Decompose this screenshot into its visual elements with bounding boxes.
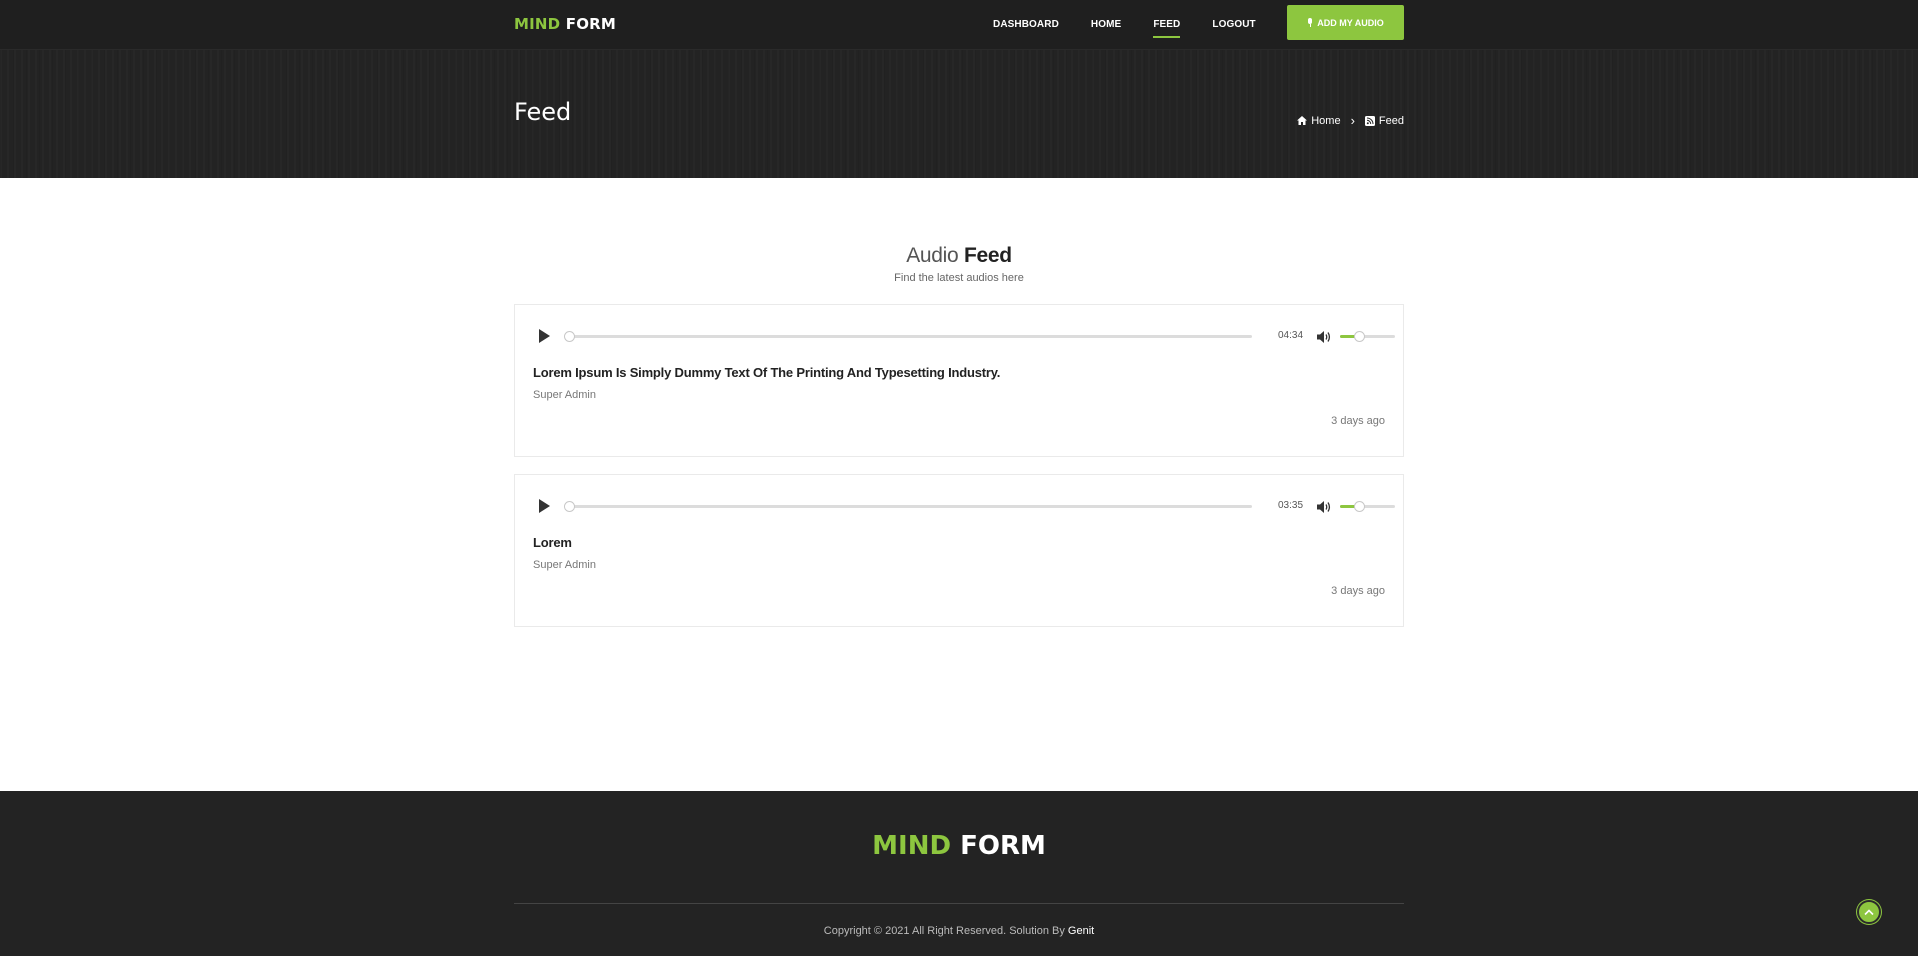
nav-item-feed[interactable]: FEED xyxy=(1153,19,1181,38)
chevron-up-icon xyxy=(1864,908,1874,915)
section-title-bold: Feed xyxy=(963,244,1012,267)
feed-list: 04:34 Lorem Ipsum Is Simply Dummy Text O… xyxy=(514,304,1404,627)
progress-bar[interactable] xyxy=(564,501,1252,512)
audio-title: Lorem xyxy=(533,535,572,550)
breadcrumb-current: Feed xyxy=(1364,114,1404,127)
nav-item-dashboard[interactable]: DASHBOARD xyxy=(993,19,1059,30)
breadcrumb: Home › Feed xyxy=(1297,114,1404,127)
volume-knob[interactable] xyxy=(1354,331,1366,342)
scroll-to-top-button[interactable] xyxy=(1857,900,1881,924)
progress-knob[interactable] xyxy=(564,331,575,342)
copyright: Copyright © 2021 All Right Reserved. Sol… xyxy=(0,925,1918,937)
audio-player: 03:35 xyxy=(533,495,1395,518)
footer-logo-part-2: FORM xyxy=(960,831,1046,861)
feed-card: 04:34 Lorem Ipsum Is Simply Dummy Text O… xyxy=(514,304,1404,457)
feed-card: 03:35 Lorem Super Admin 3 days ago xyxy=(514,474,1404,627)
add-my-audio-label: ADD MY AUDIO xyxy=(1317,17,1384,28)
nav-item-home[interactable]: HOME xyxy=(1091,19,1121,30)
progress-knob[interactable] xyxy=(564,501,575,512)
page-title: Feed xyxy=(514,98,572,126)
volume-knob[interactable] xyxy=(1354,501,1366,512)
logo[interactable]: MIND FORM xyxy=(514,15,616,33)
main-nav: DASHBOARD HOME FEED LOGOUT xyxy=(993,0,1288,50)
nav-item-logout[interactable]: LOGOUT xyxy=(1212,19,1255,30)
footer-logo[interactable]: MIND FORM xyxy=(0,831,1918,861)
audio-duration: 03:35 xyxy=(1278,500,1304,511)
audio-player: 04:34 xyxy=(533,325,1395,348)
home-icon xyxy=(1297,116,1308,125)
chevron-right-icon: › xyxy=(1350,113,1355,128)
copyright-brand-link[interactable]: Genit xyxy=(1068,925,1094,937)
footer-logo-part-1: MIND xyxy=(872,831,952,861)
page-header: MIND FORM DASHBOARD HOME FEED LOGOUT ADD… xyxy=(0,0,1918,178)
rss-icon xyxy=(1364,115,1375,126)
volume-slider[interactable] xyxy=(1340,501,1395,512)
audio-author: Super Admin xyxy=(533,559,596,571)
copyright-text: Copyright © 2021 All Right Reserved. Sol… xyxy=(823,925,1065,937)
volume-icon[interactable] xyxy=(1316,499,1332,518)
breadcrumb-home-label: Home xyxy=(1311,114,1341,127)
main-content: Audio Feed Find the latest audios here 0… xyxy=(0,178,1918,791)
footer-divider xyxy=(514,903,1404,904)
section-title: Audio Feed xyxy=(514,178,1404,268)
mic-icon xyxy=(1307,18,1313,27)
volume-icon[interactable] xyxy=(1316,329,1332,348)
breadcrumb-home[interactable]: Home xyxy=(1297,114,1341,127)
audio-title: Lorem Ipsum Is Simply Dummy Text Of The … xyxy=(533,365,1001,380)
page-footer: MIND FORM Copyright © 2021 All Right Res… xyxy=(0,791,1918,956)
volume-slider[interactable] xyxy=(1340,331,1395,342)
audio-author: Super Admin xyxy=(533,389,596,401)
play-icon[interactable] xyxy=(539,499,550,513)
top-navbar: MIND FORM DASHBOARD HOME FEED LOGOUT ADD… xyxy=(0,0,1918,50)
audio-duration: 04:34 xyxy=(1278,330,1304,341)
add-my-audio-button[interactable]: ADD MY AUDIO xyxy=(1287,5,1404,40)
logo-part-1: MIND xyxy=(514,15,561,33)
breadcrumb-current-label: Feed xyxy=(1378,114,1404,127)
logo-part-2: FORM xyxy=(565,15,617,33)
audio-timestamp: 3 days ago xyxy=(1331,415,1385,427)
audio-timestamp: 3 days ago xyxy=(1331,585,1385,597)
section-title-light: Audio xyxy=(906,244,959,267)
section-subtitle: Find the latest audios here xyxy=(894,272,1024,284)
play-icon[interactable] xyxy=(539,329,550,343)
progress-bar[interactable] xyxy=(564,331,1252,342)
